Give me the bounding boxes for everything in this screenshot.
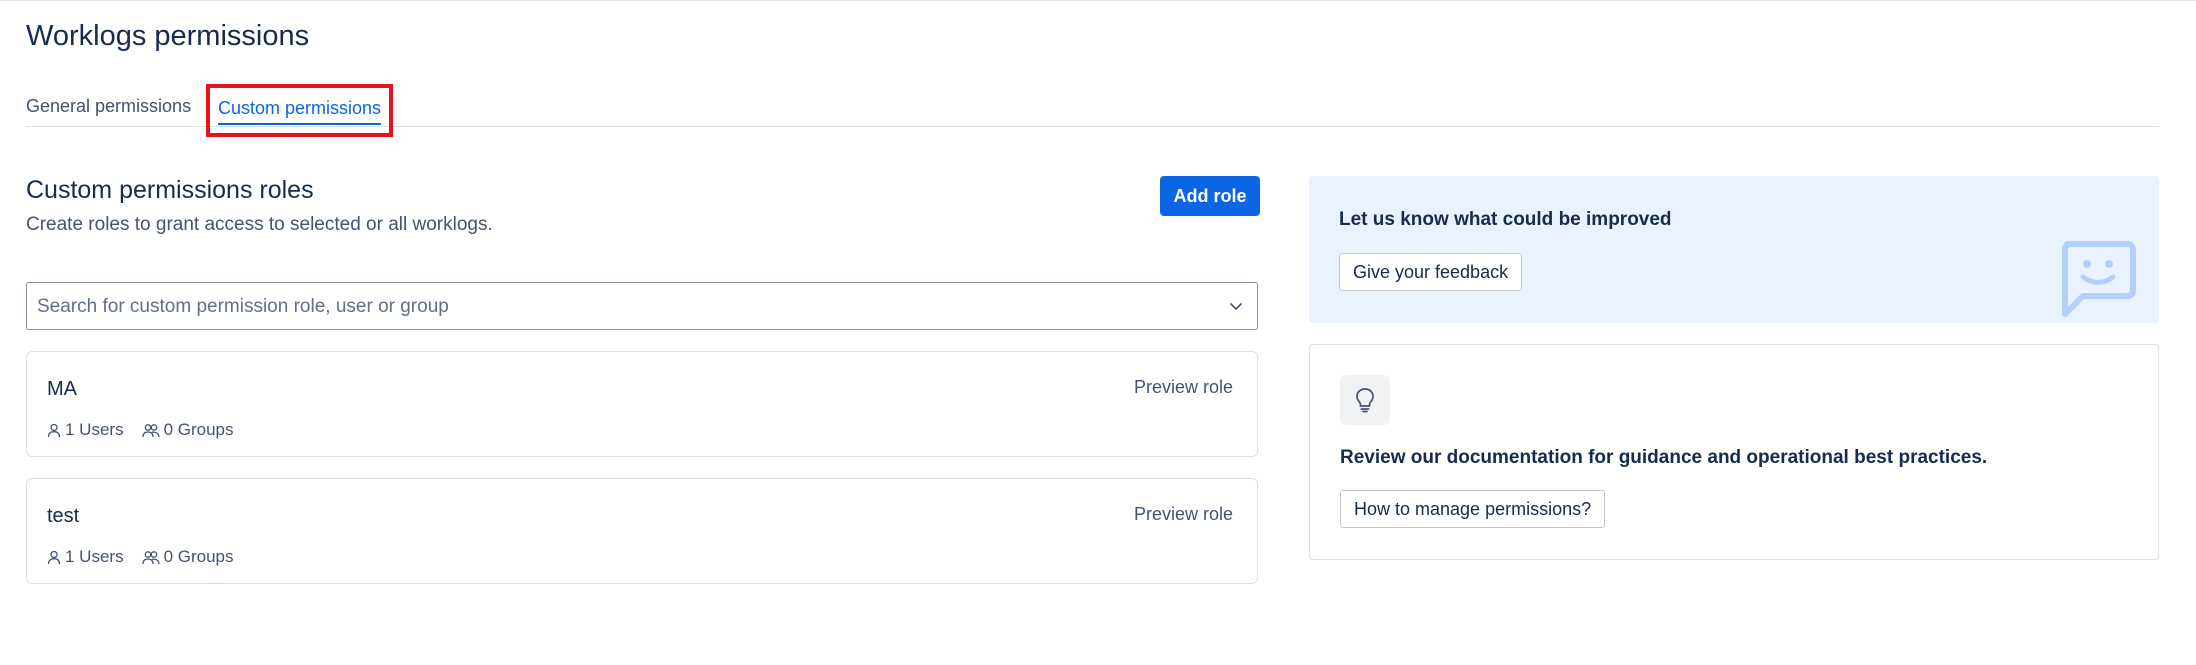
role-groups-count: 0 Groups [163, 547, 234, 566]
tab-custom-permissions[interactable]: Custom permissions [206, 84, 394, 137]
group-icon [141, 550, 160, 564]
group-icon [141, 423, 160, 437]
lightbulb-tile [1340, 375, 1390, 425]
feedback-title: Let us know what could be improved [1339, 209, 1672, 230]
smiley-chat-icon [2062, 241, 2136, 317]
role-card: test Preview role 1 Users 0 Groups [26, 478, 1258, 584]
user-icon [47, 423, 61, 437]
user-icon [47, 550, 61, 564]
permissions-tabs: General permissions Custom permissions [26, 84, 2159, 137]
role-name: MA [47, 378, 77, 400]
search-placeholder: Search for custom permission role, user … [37, 296, 449, 317]
add-role-button[interactable]: Add role [1160, 176, 1260, 216]
preview-role-button[interactable]: Preview role [1134, 504, 1233, 525]
top-divider [0, 0, 2196, 1]
roles-section-description: Create roles to grant access to selected… [26, 214, 493, 235]
role-groups-count: 0 Groups [163, 420, 234, 439]
role-groups: 0 Groups [141, 420, 234, 440]
role-users-count: 1 Users [65, 420, 124, 439]
roles-section-title: Custom permissions roles [26, 176, 314, 204]
role-meta: 1 Users 0 Groups [47, 420, 252, 440]
lightbulb-icon [1356, 388, 1374, 413]
feedback-panel: Let us know what could be improved Give … [1309, 176, 2159, 323]
role-users-count: 1 Users [65, 547, 124, 566]
chevron-down-icon[interactable] [1229, 299, 1243, 313]
tab-general-permissions[interactable]: General permissions [26, 96, 191, 117]
role-search-select[interactable]: Search for custom permission role, user … [26, 282, 1258, 330]
give-feedback-button[interactable]: Give your feedback [1339, 253, 1523, 291]
role-users: 1 Users [47, 420, 124, 440]
role-card: MA Preview role 1 Users 0 Groups [26, 351, 1258, 457]
manage-permissions-link-button[interactable]: How to manage permissions? [1340, 490, 1606, 528]
documentation-text: Review our documentation for guidance an… [1340, 447, 1988, 468]
role-meta: 1 Users 0 Groups [47, 547, 252, 567]
documentation-panel: Review our documentation for guidance an… [1309, 344, 2159, 560]
tab-custom-permissions-label: Custom permissions [218, 98, 382, 125]
role-groups: 0 Groups [141, 547, 234, 567]
role-users: 1 Users [47, 547, 124, 567]
page-title: Worklogs permissions [26, 20, 310, 52]
role-name: test [47, 505, 80, 527]
preview-role-button[interactable]: Preview role [1134, 377, 1233, 398]
